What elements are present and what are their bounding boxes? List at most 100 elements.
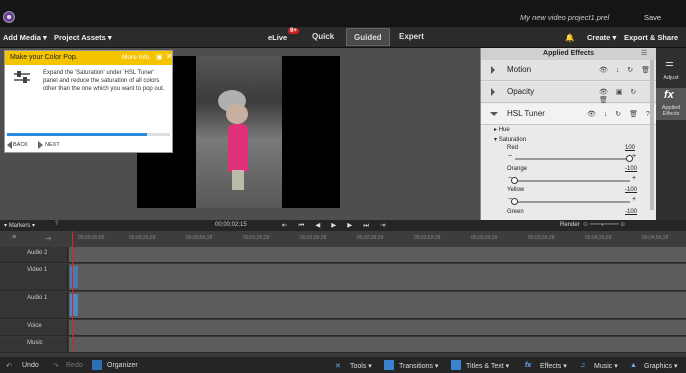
track-label: Music <box>27 340 43 346</box>
minus-icon[interactable]: − <box>508 153 512 160</box>
adjust-label: Adjust <box>663 75 679 81</box>
track-lane[interactable] <box>69 247 686 262</box>
panel-title: Applied Effects <box>481 48 656 60</box>
ruler-tick: 00;01;59;28 <box>300 235 327 241</box>
graphics-icon[interactable]: ▲ <box>630 362 637 369</box>
back-button[interactable]: BACK <box>7 141 28 149</box>
track-voice[interactable]: Voice <box>0 320 686 336</box>
menu-bar: Add Media ▾ Project Assets ▾ eLive Quick… <box>0 27 686 48</box>
slider-knob[interactable] <box>511 177 518 184</box>
effect-controls[interactable]: 👁 ↓ ↻ 🗑 <box>599 66 653 74</box>
effects-fx-icon[interactable]: fx <box>525 362 531 369</box>
param-red-label: Red <box>507 145 519 151</box>
track-lane[interactable] <box>69 264 686 290</box>
track-lane[interactable] <box>69 320 686 335</box>
track-lane[interactable] <box>69 337 686 352</box>
timecode[interactable]: 00;00;02;15 <box>215 222 247 228</box>
ruler-tick: 00;04;59;28 <box>642 235 669 241</box>
elive-badge: 9+ <box>288 28 299 34</box>
param-red-value[interactable]: 100 <box>625 145 635 151</box>
timeline-ruler[interactable]: ≡ ➔ 00;00;00;00 00;00;29;29 00;00;59;28 … <box>0 231 686 247</box>
mode-expert[interactable]: Expert <box>392 28 431 46</box>
organizer-icon[interactable] <box>92 360 102 370</box>
project-assets-menu[interactable]: Project Assets ▾ <box>54 33 112 42</box>
render-button[interactable]: Render <box>560 222 580 228</box>
graphics-button[interactable]: Graphics ▾ <box>644 362 677 370</box>
zoom-controls[interactable]: ⊖ ━━━●━━━━ ⊕ <box>583 221 625 228</box>
music-button[interactable]: Music ▾ <box>594 362 618 370</box>
saturation-group[interactable]: ▾ Saturation <box>494 136 526 143</box>
next-button[interactable]: NEXT <box>38 141 60 149</box>
markers-menu[interactable]: ▾ Markers ▾ <box>4 222 35 229</box>
transitions-icon[interactable] <box>384 360 394 370</box>
pin-icon[interactable]: ▣ <box>156 53 163 61</box>
panel-scrollbar[interactable] <box>650 60 654 210</box>
save-button[interactable]: Save <box>644 13 661 22</box>
effects-button[interactable]: Effects ▾ <box>540 362 567 370</box>
effect-opacity[interactable]: Opacity 👁 ▣ ↻ 🗑 <box>481 82 656 104</box>
right-side-bar: ⚌ Adjust fx Applied Effects <box>656 48 686 220</box>
param-orange-value[interactable]: -100 <box>625 166 637 172</box>
undo-icon[interactable]: ↶ <box>6 362 12 370</box>
hue-group[interactable]: ▸ Hue <box>494 126 510 133</box>
tools-button[interactable]: Tools ▾ <box>350 362 372 370</box>
adjust-button[interactable]: ⚌ Adjust <box>656 56 686 86</box>
forward-arrow-icon[interactable]: ➔ <box>45 234 52 243</box>
titles-text-button[interactable]: Titles & Text ▾ <box>466 362 509 370</box>
track-video-1[interactable]: Video 1 <box>0 264 686 291</box>
slider-red[interactable] <box>515 155 633 162</box>
mode-quick[interactable]: Quick <box>305 28 341 46</box>
effect-hsl-tuner[interactable]: HSL Tuner 👁 ↓ ↻ 🗑 ? <box>481 104 656 125</box>
elive-button[interactable]: eLive <box>268 33 287 42</box>
param-green-value[interactable]: -100 <box>625 209 637 215</box>
effect-controls[interactable]: 👁 ▣ ↻ 🗑 <box>599 88 656 104</box>
plus-icon[interactable]: + <box>632 175 636 182</box>
export-share-menu[interactable]: Export & Share <box>624 33 678 42</box>
add-media-menu[interactable]: Add Media ▾ <box>3 33 47 42</box>
effect-motion[interactable]: Motion 👁 ↓ ↻ 🗑 <box>481 60 656 81</box>
param-yellow-label: Yellow <box>507 187 525 193</box>
track-audio-2[interactable]: Audio 2 <box>0 247 686 263</box>
redo-button[interactable]: Redo <box>66 362 83 369</box>
track-label: Video 1 <box>27 267 48 273</box>
undo-button[interactable]: Undo <box>22 362 39 369</box>
param-yellow-value[interactable]: -100 <box>625 187 637 193</box>
applied-effects-panel: Applied Effects ☰ Motion 👁 ↓ ↻ 🗑 Opacity… <box>480 48 656 220</box>
create-menu[interactable]: Create ▾ <box>587 33 616 42</box>
more-info-link[interactable]: More Info <box>122 54 149 61</box>
collapse-icon[interactable] <box>490 112 498 116</box>
playback-controls[interactable]: ⇤⏮◀▶▶⏭⇥ <box>282 221 397 230</box>
bell-icon[interactable]: 🔔 <box>565 33 574 42</box>
slider-hint-icon <box>14 71 30 83</box>
expand-icon[interactable] <box>491 66 495 74</box>
slider-knob[interactable] <box>511 198 518 205</box>
plus-icon[interactable]: + <box>632 153 636 160</box>
music-icon[interactable]: ♫ <box>580 362 585 369</box>
slider-orange[interactable] <box>511 177 630 184</box>
track-audio-1[interactable]: Audio 1 <box>0 292 686 319</box>
effect-controls[interactable]: 👁 ↓ ↻ 🗑 ? <box>587 110 653 118</box>
redo-icon[interactable]: ↷ <box>53 362 59 370</box>
organizer-button[interactable]: Organizer <box>107 362 138 369</box>
track-lane[interactable] <box>69 292 686 318</box>
applied-effects-button[interactable]: fx Applied Effects <box>656 88 686 120</box>
tools-icon[interactable]: ✕ <box>335 362 341 370</box>
plus-icon[interactable]: + <box>632 196 636 203</box>
playhead[interactable] <box>72 231 73 351</box>
transitions-button[interactable]: Transitions ▾ <box>399 362 438 370</box>
slider-yellow[interactable] <box>511 198 630 205</box>
panel-menu-icon[interactable]: ☰ <box>641 49 647 57</box>
param-orange-label: Orange <box>507 166 528 172</box>
help-icon[interactable]: ? <box>55 221 58 227</box>
track-header: Video 1 <box>0 264 68 290</box>
close-icon[interactable]: ✕ <box>166 52 173 61</box>
titles-text-icon[interactable] <box>451 360 461 370</box>
mode-guided[interactable]: Guided <box>346 28 390 46</box>
track-options-icon[interactable]: ≡ <box>12 234 16 241</box>
track-header: Music <box>0 337 68 352</box>
expand-icon[interactable] <box>491 88 495 96</box>
param-green-label: Green <box>507 209 524 215</box>
track-header: Audio 1 <box>0 292 68 318</box>
track-label: Audio 1 <box>27 295 48 301</box>
track-music[interactable]: Music <box>0 337 686 353</box>
